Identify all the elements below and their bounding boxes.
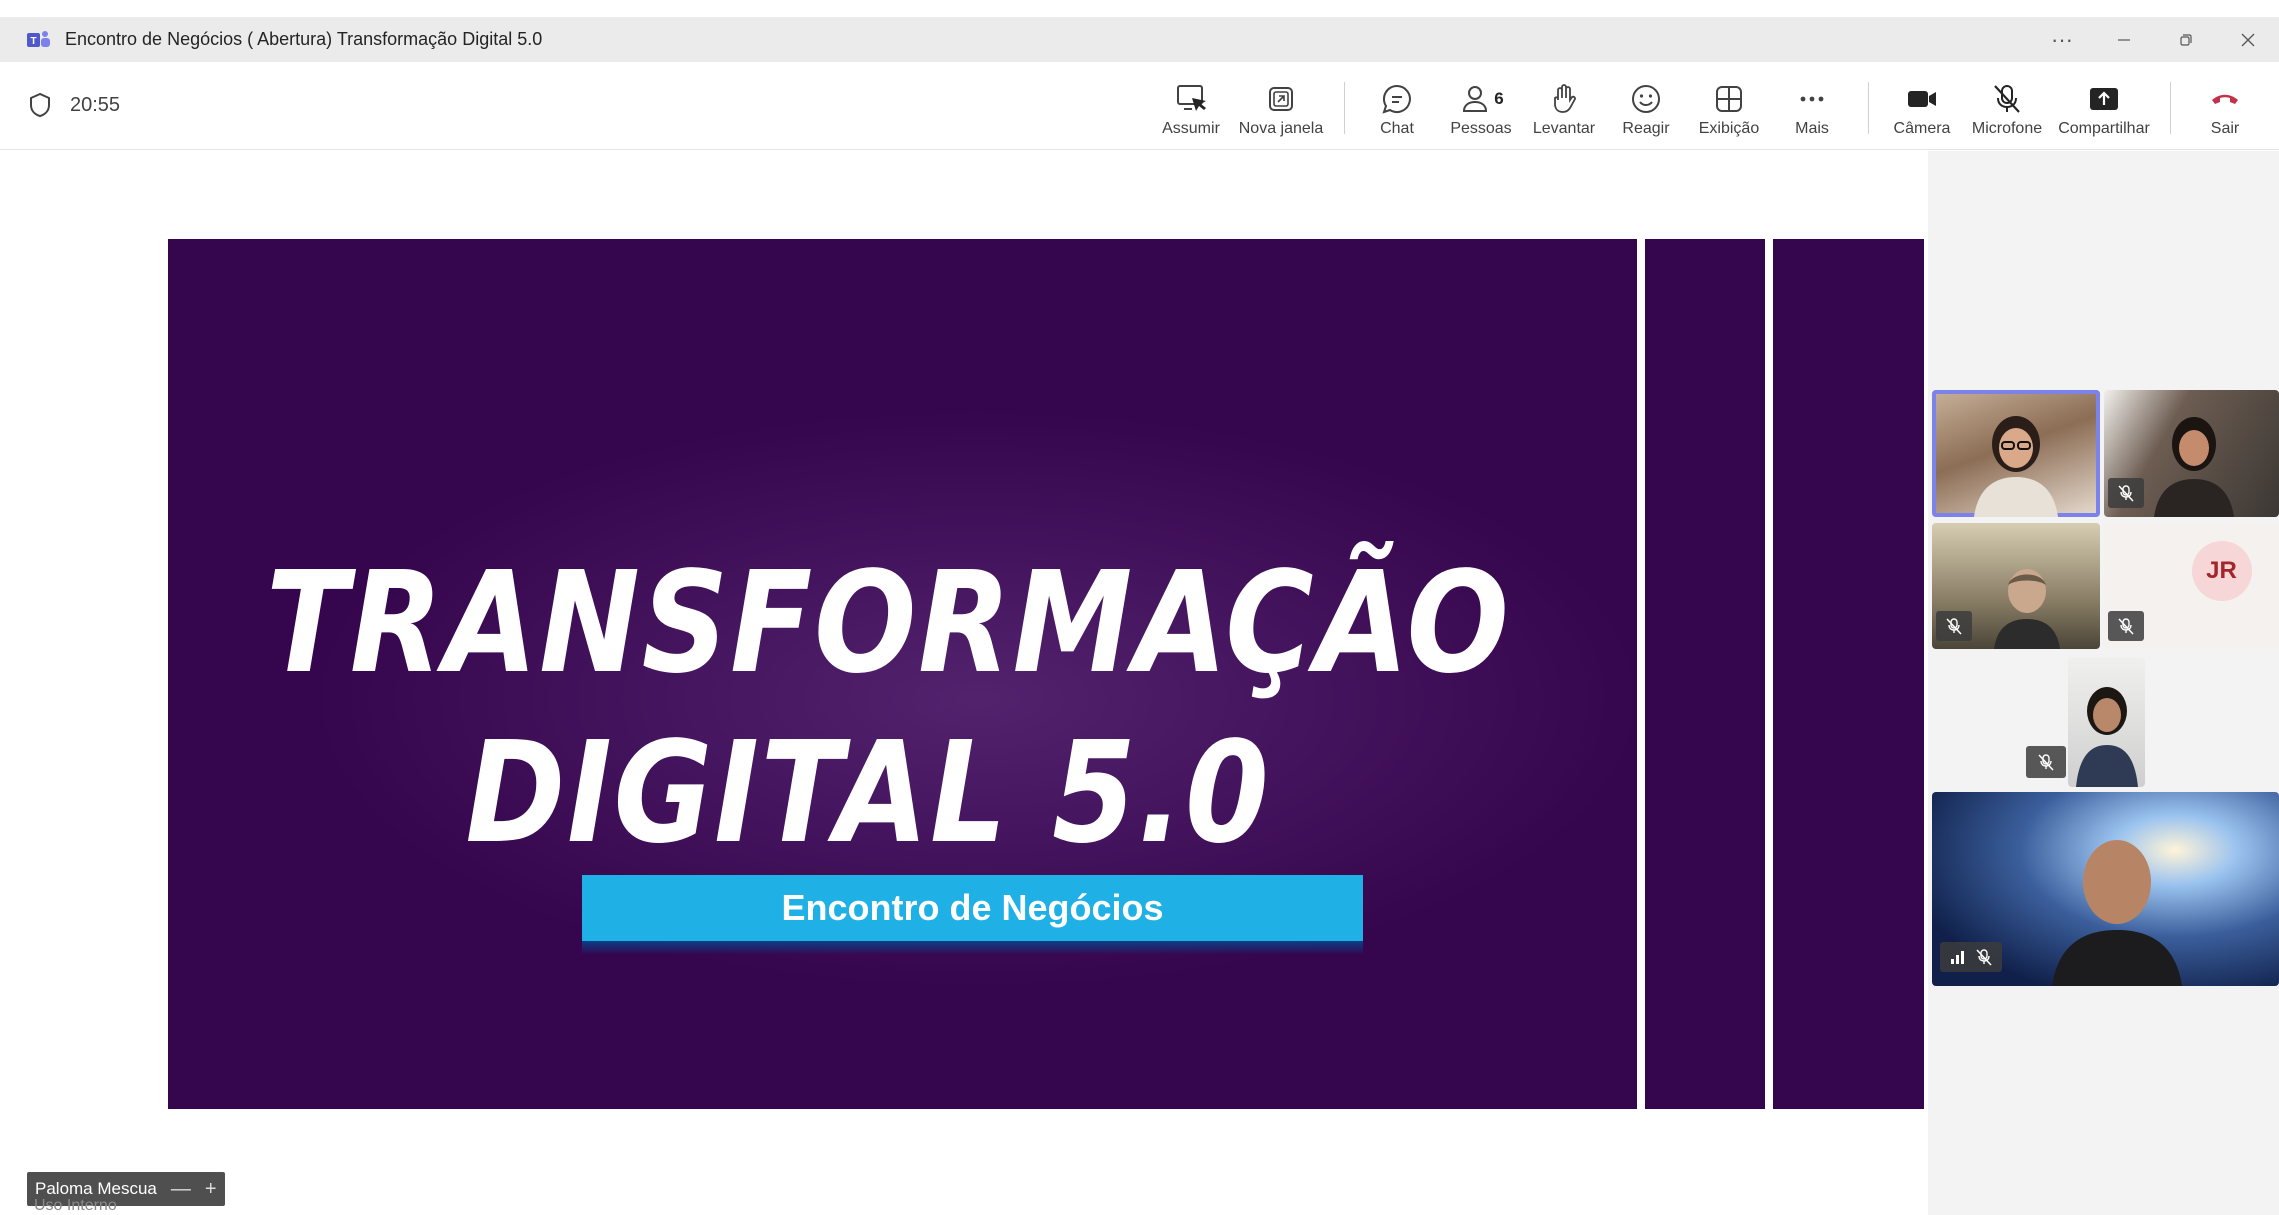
signal-bars-icon bbox=[1951, 951, 1964, 964]
participant-video-tile[interactable] bbox=[1932, 792, 2279, 986]
restore-icon bbox=[2180, 33, 2192, 46]
take-control-icon bbox=[1177, 85, 1206, 111]
raise-hand-button[interactable]: Levantar bbox=[1519, 80, 1609, 138]
view-button[interactable]: Exibição bbox=[1684, 80, 1774, 138]
toolbar-divider bbox=[2170, 82, 2171, 134]
participant-video-tile[interactable] bbox=[1932, 523, 2100, 649]
pop-out-icon bbox=[1269, 87, 1293, 111]
minimize-button[interactable] bbox=[2093, 17, 2155, 62]
shared-content-stage: TRANSFORMAÇÃO DIGITAL 5.0 Encontro de Ne… bbox=[0, 151, 1928, 1215]
view-icon bbox=[1716, 86, 1742, 112]
participant-avatar: JR bbox=[2191, 541, 2252, 601]
more-button[interactable]: Mais bbox=[1767, 80, 1857, 138]
people-count: 6 bbox=[1494, 89, 1504, 108]
person-silhouette-icon bbox=[2154, 417, 2234, 517]
headline-line-2: DIGITAL 5.0 bbox=[465, 712, 1271, 875]
person-silhouette-icon bbox=[2052, 840, 2182, 986]
chat-button[interactable]: Chat bbox=[1352, 80, 1442, 138]
share-label: Compartilhar bbox=[2058, 120, 2150, 137]
mic-off-icon bbox=[1994, 85, 2020, 113]
close-icon bbox=[2241, 33, 2255, 46]
mic-off-icon bbox=[2118, 618, 2134, 635]
more-label: Mais bbox=[1795, 120, 1829, 137]
minimize-icon bbox=[2118, 38, 2130, 41]
person-silhouette-icon bbox=[1974, 416, 2058, 517]
camera-label: Câmera bbox=[1893, 120, 1951, 137]
share-icon bbox=[2090, 88, 2118, 110]
window-controls: ··· bbox=[2031, 17, 2279, 62]
slide-stripe-decoration bbox=[1637, 239, 1645, 1109]
camera-icon bbox=[1908, 91, 1936, 107]
microphone-label: Microfone bbox=[1971, 120, 2043, 137]
microphone-button[interactable]: Microfone bbox=[1962, 80, 2052, 138]
close-button[interactable] bbox=[2217, 17, 2279, 62]
react-icon bbox=[1632, 85, 1660, 113]
pop-out-button[interactable]: Nova janela bbox=[1236, 80, 1326, 138]
shield-icon bbox=[30, 92, 50, 118]
take-control-button[interactable]: Assumir bbox=[1146, 80, 1236, 138]
participant-video-tile[interactable] bbox=[1932, 390, 2100, 517]
more-options-button[interactable]: ··· bbox=[2031, 17, 2093, 62]
zoom-out-icon[interactable]: — bbox=[171, 1178, 191, 1201]
window-title: Encontro de Negócios ( Abertura) Transfo… bbox=[65, 29, 543, 49]
teams-meeting-window: T Encontro de Negócios ( Abertura) Trans… bbox=[0, 0, 2279, 1215]
presenter-name: Paloma Mescua bbox=[35, 1179, 157, 1198]
toolbar-divider bbox=[1868, 82, 1869, 134]
slide-stripe-decoration bbox=[1765, 239, 1773, 1109]
participant-initials-tile[interactable]: JR bbox=[2104, 523, 2279, 649]
more-options-label: ··· bbox=[2051, 26, 2073, 52]
react-label: Reagir bbox=[1622, 120, 1670, 137]
participant-video-tile[interactable] bbox=[2068, 657, 2145, 787]
camera-button[interactable]: Câmera bbox=[1877, 80, 1967, 138]
muted-indicator bbox=[2108, 611, 2144, 641]
headline-line-1: TRANSFORMAÇÃO bbox=[266, 542, 1511, 705]
svg-text:T: T bbox=[30, 36, 36, 47]
share-button[interactable]: Compartilhar bbox=[2058, 80, 2150, 138]
muted-indicator bbox=[2108, 478, 2144, 508]
banner-shadow-decoration bbox=[582, 941, 1363, 955]
view-label: Exibição bbox=[1698, 120, 1760, 137]
more-icon bbox=[1800, 96, 1824, 102]
pop-out-label: Nova janela bbox=[1238, 120, 1324, 137]
people-label: Pessoas bbox=[1450, 120, 1512, 137]
muted-indicator bbox=[2026, 746, 2066, 778]
slide-headline: TRANSFORMAÇÃO DIGITAL 5.0 bbox=[266, 539, 1511, 879]
meeting-timer: 20:55 bbox=[28, 92, 120, 118]
muted-indicator bbox=[1936, 611, 1972, 641]
people-icon bbox=[1463, 86, 1488, 112]
mic-off-icon bbox=[1976, 949, 1992, 966]
person-silhouette-icon bbox=[2076, 687, 2138, 787]
teams-logo-icon: T bbox=[27, 30, 50, 47]
mic-off-icon bbox=[2038, 754, 2054, 771]
leave-icon bbox=[2212, 94, 2238, 104]
participants-panel: JR bbox=[1928, 151, 2279, 1215]
watermark-text: Uso Interno bbox=[34, 1197, 117, 1214]
chat-label: Chat bbox=[1380, 120, 1414, 137]
slide-banner: Encontro de Negócios bbox=[582, 875, 1363, 941]
people-button[interactable]: 6 Pessoas bbox=[1436, 80, 1526, 138]
restore-button[interactable] bbox=[2155, 17, 2217, 62]
raise-hand-icon bbox=[1554, 84, 1576, 113]
timer-text: 20:55 bbox=[70, 93, 121, 116]
chat-icon bbox=[1382, 84, 1411, 114]
mic-off-icon bbox=[2118, 485, 2134, 502]
toolbar-divider bbox=[1344, 82, 1345, 134]
raise-hand-label: Levantar bbox=[1532, 120, 1596, 137]
title-bar: T Encontro de Negócios ( Abertura) Trans… bbox=[0, 17, 2279, 62]
muted-indicator bbox=[1940, 942, 2002, 972]
take-control-label: Assumir bbox=[1162, 120, 1220, 137]
react-button[interactable]: Reagir bbox=[1601, 80, 1691, 138]
leave-button[interactable]: Sair bbox=[2180, 80, 2270, 138]
meeting-toolbar: 20:55 Assumir Nova janela Chat 6 Pessoas… bbox=[0, 62, 2279, 150]
person-silhouette-icon bbox=[1994, 569, 2060, 649]
zoom-in-icon[interactable]: + bbox=[205, 1178, 217, 1201]
mic-off-icon bbox=[1946, 618, 1962, 635]
leave-label: Sair bbox=[2210, 120, 2240, 137]
participant-video-tile[interactable] bbox=[2104, 390, 2279, 517]
presentation-slide: TRANSFORMAÇÃO DIGITAL 5.0 Encontro de Ne… bbox=[168, 239, 1924, 1109]
